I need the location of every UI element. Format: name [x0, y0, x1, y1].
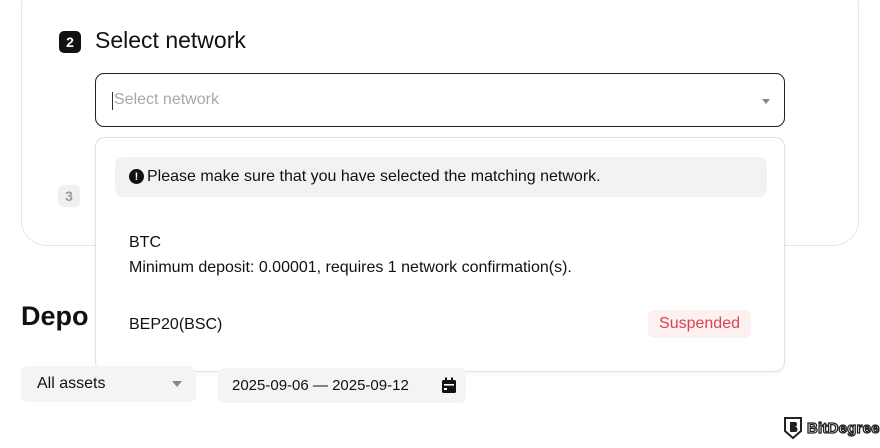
bitdegree-logo-icon [784, 417, 802, 440]
asset-filter-label: All assets [37, 375, 106, 392]
network-option-name: BEP20(BSC) [129, 316, 223, 333]
network-dropdown: ! Please make sure that you have selecte… [95, 137, 785, 372]
bitdegree-watermark: BitDegree [783, 415, 880, 441]
date-range-value: 2025-09-06 — 2025-09-12 [232, 377, 409, 394]
network-select[interactable]: Select network [95, 73, 785, 127]
network-warning-text: Please make sure that you have selected … [147, 168, 601, 185]
network-option-btc[interactable]: BTC Minimum deposit: 0.00001, requires 1… [96, 226, 784, 284]
asset-filter-select[interactable]: All assets [21, 366, 196, 402]
network-warning-notice: ! Please make sure that you have selecte… [115, 157, 767, 197]
step-2-badge: 2 [59, 31, 81, 53]
text-cursor [112, 92, 113, 110]
exclamation-icon: ! [129, 169, 144, 184]
watermark-text: BitDegree [806, 419, 880, 437]
deposits-section-title: Depo [21, 301, 89, 331]
calendar-icon[interactable] [441, 377, 457, 394]
network-option-name: BTC [129, 234, 161, 251]
step-2-title: Select network [95, 27, 246, 53]
network-option-description: Minimum deposit: 0.00001, requires 1 net… [129, 259, 572, 276]
network-option-bep20[interactable]: BEP20(BSC) Suspended [96, 306, 784, 346]
date-range-picker[interactable]: 2025-09-06 — 2025-09-12 [218, 368, 466, 403]
network-select-placeholder: Select network [114, 91, 219, 108]
suspended-status-badge: Suspended [648, 310, 751, 338]
step-3-badge: 3 [58, 185, 80, 207]
chevron-down-icon [172, 381, 182, 387]
chevron-down-icon[interactable] [762, 99, 770, 104]
